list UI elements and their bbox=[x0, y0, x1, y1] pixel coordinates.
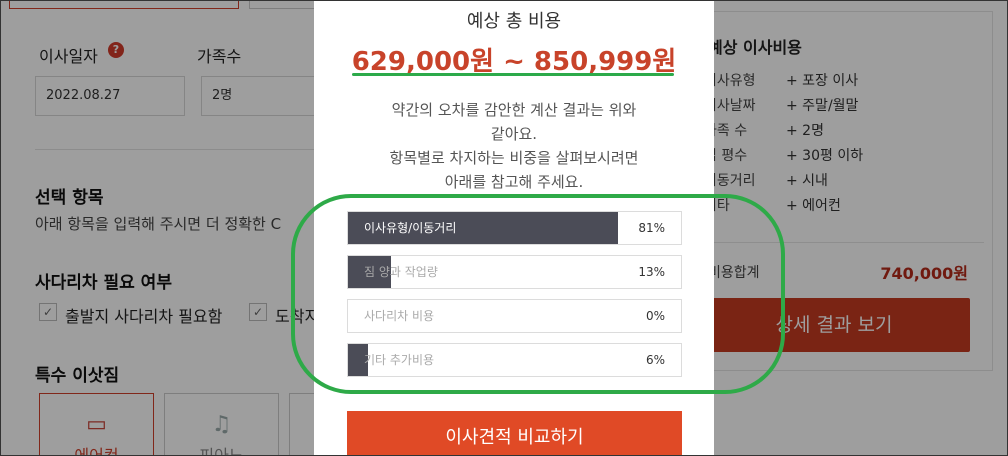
modal-note-line: 항목별로 차지하는 비중을 살펴보시려면 bbox=[389, 149, 639, 167]
modal-note-line: 아래를 참고해 주세요. bbox=[444, 173, 584, 191]
screen: 이사일자 ? 가족수 2022.08.27 2명 선택 항목 아래 항목을 입력… bbox=[0, 0, 1008, 456]
modal-title: 예상 총 비용 bbox=[466, 11, 562, 32]
modal-note-line: 약간의 오차를 감안한 계산 결과는 위와 bbox=[391, 101, 637, 119]
green-circle-highlight bbox=[291, 194, 785, 394]
green-underline-highlight bbox=[352, 73, 674, 76]
modal-note-line: 같아요. bbox=[490, 125, 538, 143]
compare-estimates-button[interactable]: 이사견적 비교하기 bbox=[347, 411, 682, 455]
